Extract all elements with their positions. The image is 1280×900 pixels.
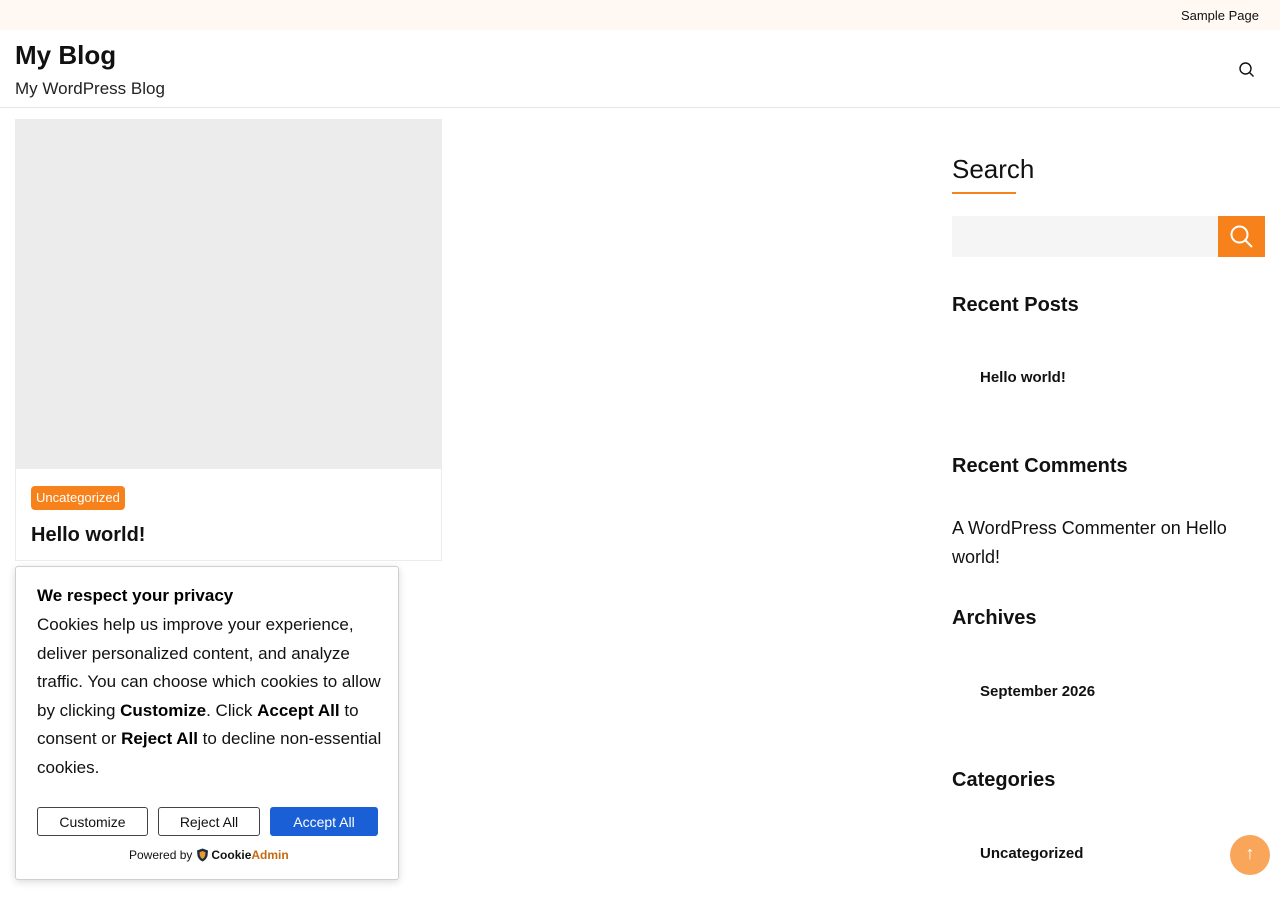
title-underline bbox=[952, 192, 1016, 194]
search-button[interactable] bbox=[1218, 216, 1265, 257]
post-thumbnail[interactable] bbox=[16, 120, 441, 469]
site-header: My Blog My WordPress Blog bbox=[0, 30, 1280, 108]
powered-by-text: Powered by bbox=[129, 848, 193, 862]
reject-all-button[interactable]: Reject All bbox=[158, 807, 260, 836]
post-title[interactable]: Hello world! bbox=[31, 524, 145, 547]
accept-all-button[interactable]: Accept All bbox=[270, 807, 378, 836]
archive-link[interactable]: September 2026 bbox=[980, 683, 1095, 700]
cookie-consent-banner: We respect your privacy Cookies help us … bbox=[15, 566, 399, 880]
recent-comment-item: A WordPress Commenter on Hello world! bbox=[952, 514, 1252, 572]
search-input[interactable] bbox=[952, 216, 1218, 257]
archives-title: Archives bbox=[952, 607, 1037, 629]
cookieadmin-logo-icon bbox=[196, 848, 209, 862]
categories-title: Categories bbox=[952, 769, 1056, 791]
category-badge[interactable]: Uncategorized bbox=[31, 486, 125, 510]
category-link[interactable]: Uncategorized bbox=[980, 845, 1083, 862]
search-widget-title: Search bbox=[952, 154, 1035, 184]
recent-post-link[interactable]: Hello world! bbox=[980, 369, 1066, 386]
search-icon bbox=[1230, 225, 1253, 248]
powered-by: Powered by CookieAdmin bbox=[129, 848, 289, 862]
customize-button[interactable]: Customize bbox=[37, 807, 148, 836]
site-title[interactable]: My Blog bbox=[15, 40, 116, 71]
site-tagline: My WordPress Blog bbox=[15, 79, 165, 98]
top-bar: Sample Page bbox=[0, 0, 1280, 30]
recent-comments-title: Recent Comments bbox=[952, 455, 1128, 477]
comment-author-link[interactable]: A WordPress Commenter bbox=[952, 518, 1156, 538]
arrow-up-icon: ↑ bbox=[1245, 843, 1255, 863]
cookie-message: Cookies help us improve your experience,… bbox=[37, 615, 382, 777]
nav-sample-page[interactable]: Sample Page bbox=[1181, 8, 1259, 23]
scroll-to-top-button[interactable]: ↑ bbox=[1230, 835, 1270, 875]
cookieadmin-link[interactable]: CookieAdmin bbox=[211, 848, 288, 862]
comment-on-text: on bbox=[1160, 518, 1181, 538]
cookie-title: We respect your privacy bbox=[37, 586, 234, 605]
search-icon[interactable] bbox=[1237, 60, 1257, 80]
recent-posts-title: Recent Posts bbox=[952, 294, 1079, 316]
post-card: Uncategorized Hello world! bbox=[15, 119, 442, 561]
